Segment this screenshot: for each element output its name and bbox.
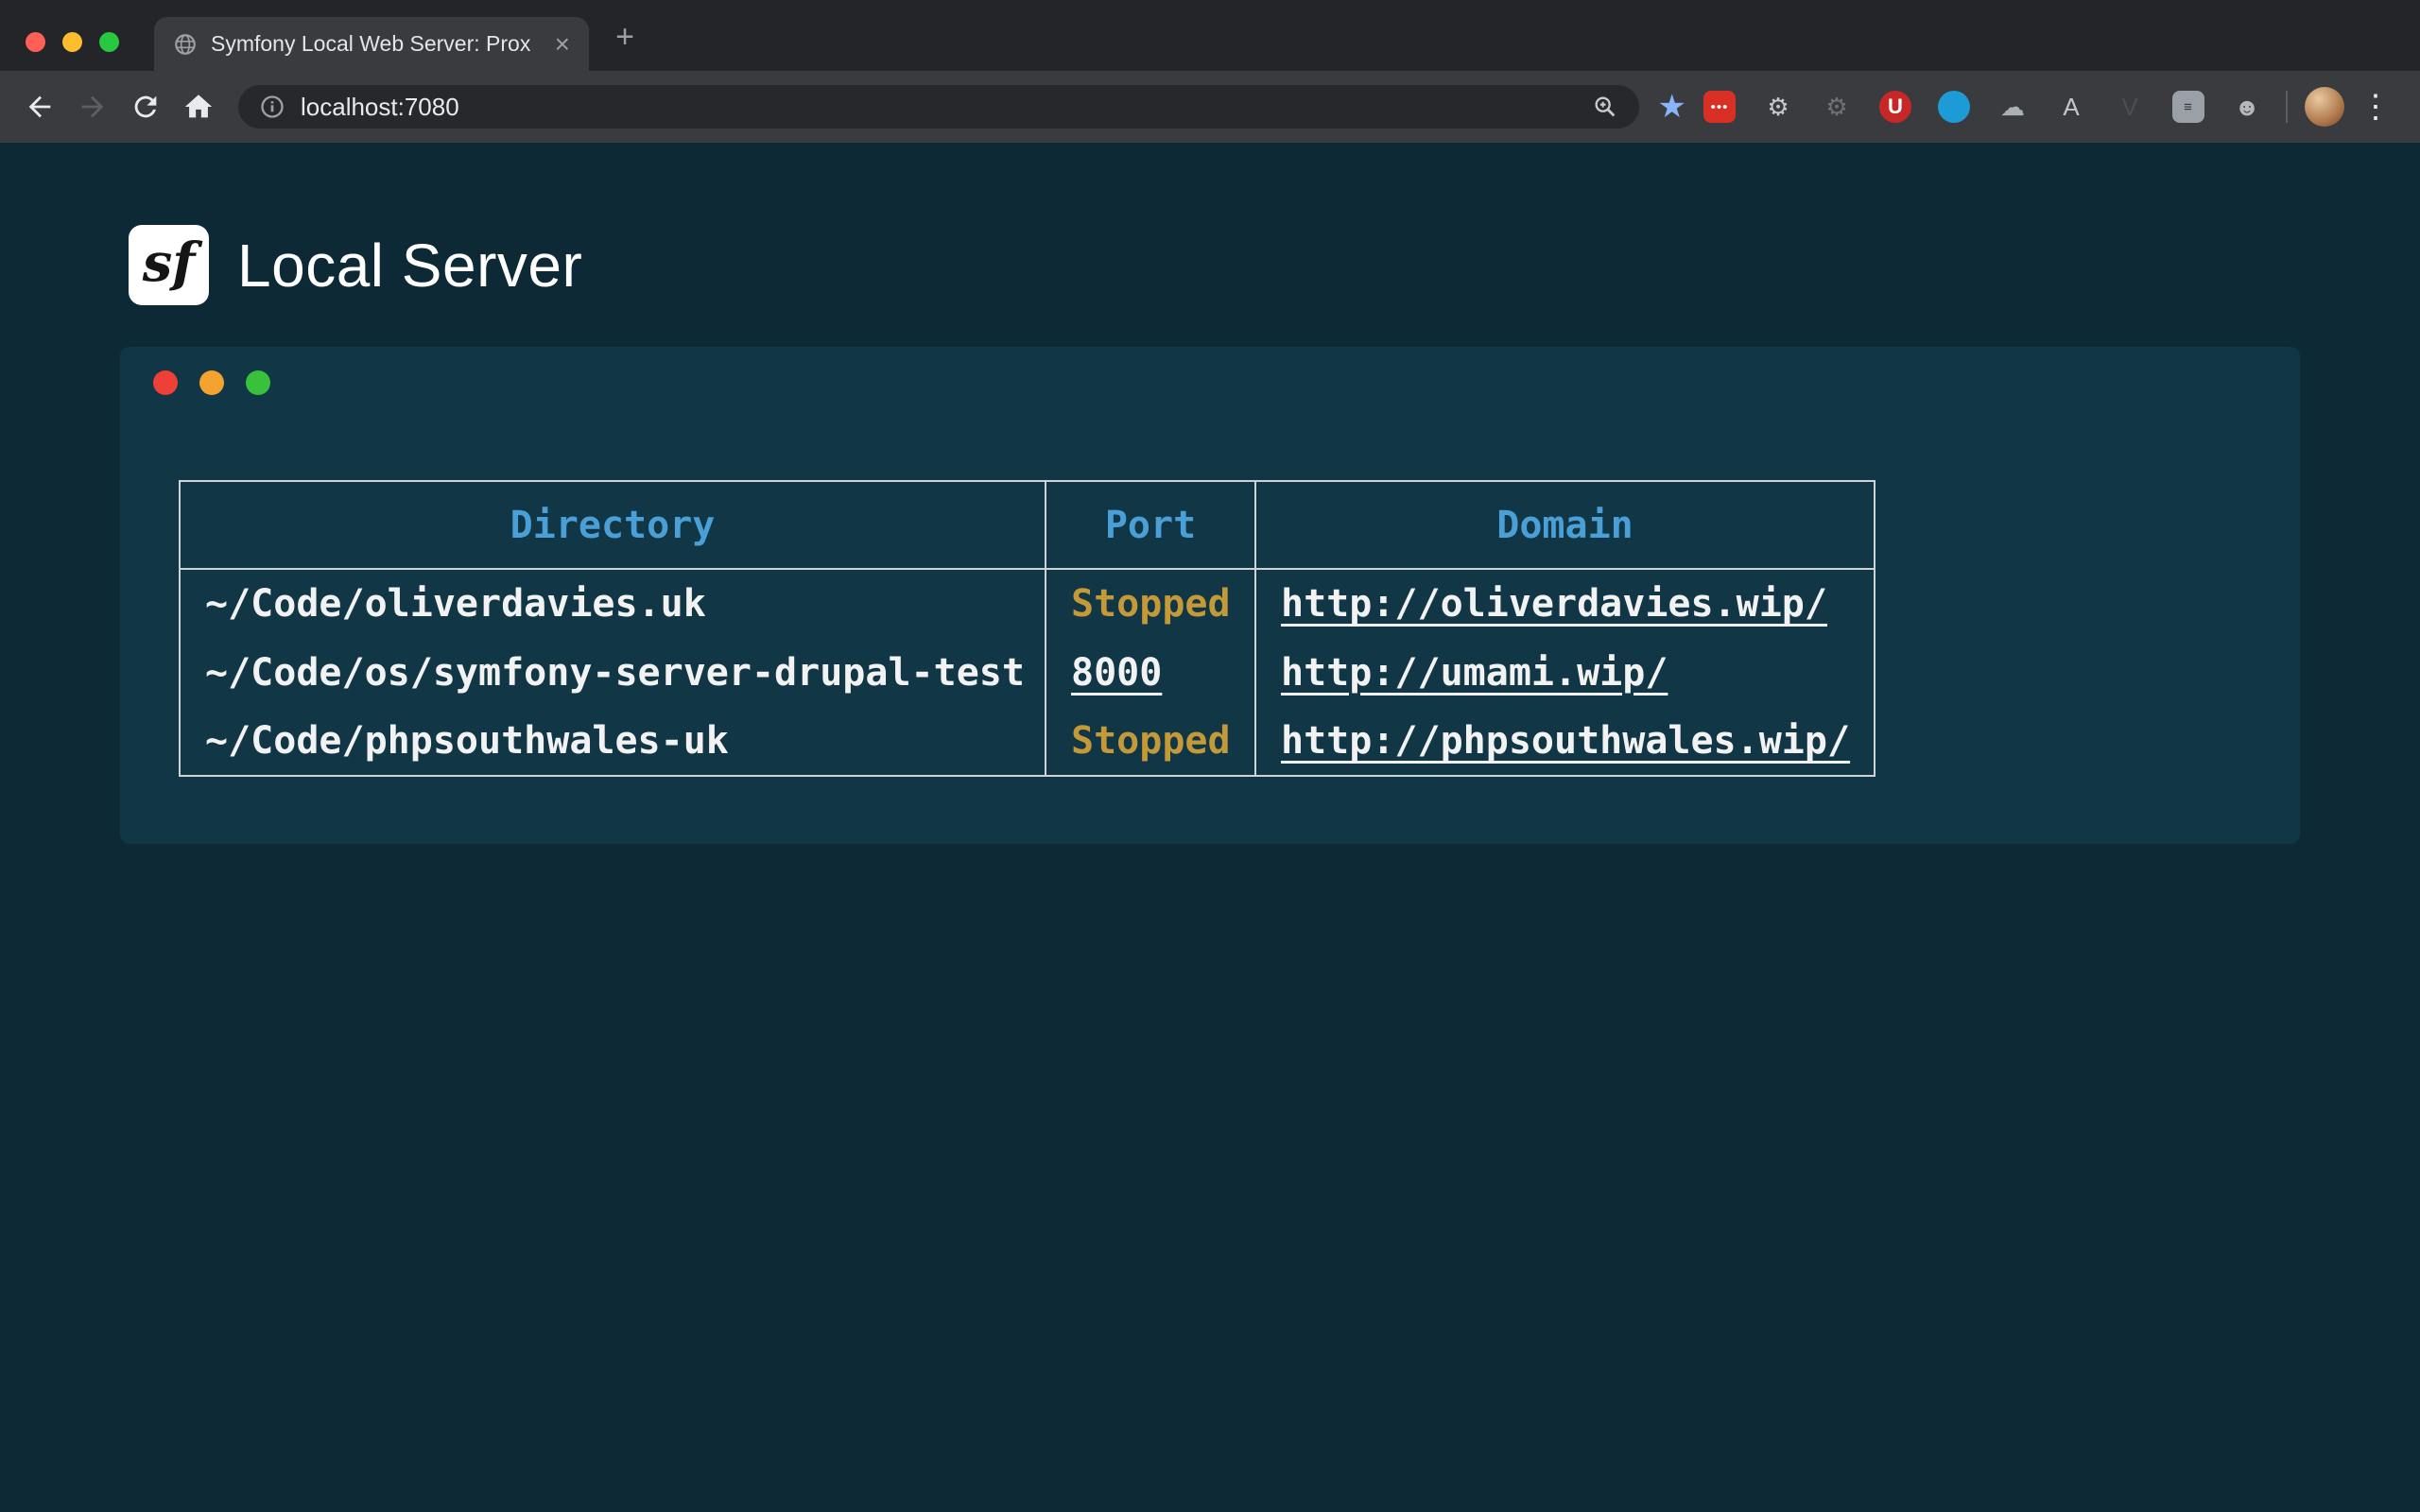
tab-close-icon[interactable]: × [555,31,570,58]
reload-button[interactable] [119,80,172,133]
address-bar[interactable]: localhost:7080 [238,85,1639,129]
url-text[interactable]: localhost:7080 [301,93,459,122]
symfony-logo-icon: sf [129,225,209,305]
server-card: Directory Port Domain ~/Code/oliverdavie… [120,347,2300,844]
directory-cell: ~/Code/phpsouthwales-uk [180,707,1046,776]
proxy-table: Directory Port Domain ~/Code/oliverdavie… [179,480,1876,777]
brand-header: sf Local Server [129,225,582,305]
ublock-extension-icon[interactable]: U [1879,91,1911,123]
green-dot-icon [246,370,270,395]
page-content: sf Local Server Directory Port Domain [0,143,2420,1512]
table-header-row: Directory Port Domain [180,481,1875,569]
letter-a-extension-icon[interactable]: A [2055,91,2087,123]
domain-link[interactable]: http://phpsouthwales.wip/ [1281,719,1850,763]
table-row: ~/Code/os/symfony-server-drupal-test 800… [180,638,1875,707]
window-close-button[interactable] [26,32,45,52]
zoom-icon[interactable] [1592,94,1618,120]
globe-favicon-icon [173,32,198,57]
letter-v-extension-icon[interactable]: V [2114,91,2146,123]
domain-column-header: Domain [1255,481,1875,569]
domain-cell: http://oliverdavies.wip/ [1255,569,1875,638]
browser-window: Symfony Local Web Server: Prox × + local… [0,0,2420,143]
octocat-extension-icon[interactable]: ☻ [2231,91,2263,123]
cloud-extension-icon[interactable]: ☁ [1996,91,2029,123]
domain-link[interactable]: http://oliverdavies.wip/ [1281,582,1827,626]
port-cell: 8000 [1046,638,1255,707]
port-cell: Stopped [1046,707,1255,776]
window-minimize-button[interactable] [62,32,82,52]
tab-title: Symfony Local Web Server: Prox [211,31,549,57]
toolbar-divider [2286,91,2288,123]
site-info-icon[interactable] [259,94,285,120]
orange-dot-icon [199,370,224,395]
page-title: Local Server [237,231,582,301]
cog-dark-extension-icon[interactable]: ⚙ [1821,91,1853,123]
domain-cell: http://umami.wip/ [1255,638,1875,707]
port-column-header: Port [1046,481,1255,569]
browser-toolbar: localhost:7080 ★ ••• ⚙ ⚙ U ☁ AV ≡ ☻ ⋮ [0,71,2420,143]
stopped-status: Stopped [1071,582,1231,626]
red-dot-icon [153,370,178,395]
chrome-menu-icon[interactable]: ⋮ [2360,91,2392,123]
domain-cell: http://phpsouthwales.wip/ [1255,707,1875,776]
notes-extension-icon[interactable]: ≡ [2172,91,2204,123]
port-cell: Stopped [1046,569,1255,638]
window-controls [26,32,119,52]
forward-button[interactable] [66,80,119,133]
directory-cell: ~/Code/oliverdavies.uk [180,569,1046,638]
directory-column-header: Directory [180,481,1046,569]
extensions-bar: ••• ⚙ ⚙ U ☁ AV ≡ ☻ [1703,91,2263,123]
new-tab-button[interactable]: + [604,16,646,58]
port-link[interactable]: 8000 [1071,651,1162,695]
profile-avatar[interactable] [2305,87,2344,127]
gear-extension-icon[interactable]: ⚙ [1762,91,1794,123]
red-menu-extension-icon[interactable]: ••• [1703,91,1736,123]
table-row: ~/Code/phpsouthwales-uk Stopped http://p… [180,707,1875,776]
terminal-dots [153,370,270,395]
blue-disc-extension-icon[interactable] [1938,91,1970,123]
domain-link[interactable]: http://umami.wip/ [1281,651,1668,695]
tab-strip: Symfony Local Web Server: Prox × + [0,0,2420,71]
table-row: ~/Code/oliverdavies.uk Stopped http://ol… [180,569,1875,638]
stopped-status: Stopped [1071,719,1231,763]
home-button[interactable] [172,80,225,133]
back-button[interactable] [13,80,66,133]
symfony-logo-glyph: sf [143,232,196,294]
browser-tab[interactable]: Symfony Local Web Server: Prox × [154,17,589,71]
directory-cell: ~/Code/os/symfony-server-drupal-test [180,638,1046,707]
window-zoom-button[interactable] [99,32,119,52]
bookmark-star-icon[interactable]: ★ [1658,91,1686,123]
